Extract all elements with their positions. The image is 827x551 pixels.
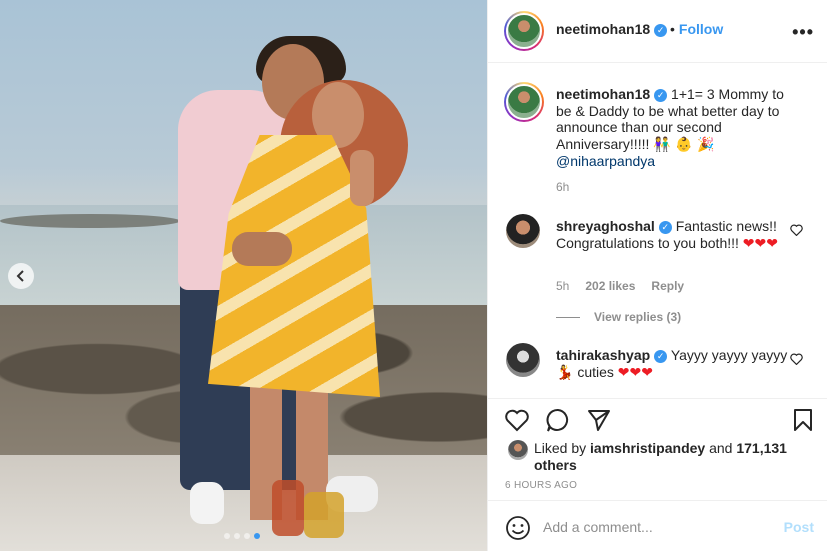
post-comment-button[interactable]: Post bbox=[784, 519, 814, 535]
comment-hearts: ❤❤❤ bbox=[617, 364, 653, 381]
follow-wrap: • Follow bbox=[670, 21, 723, 37]
likes-and: and bbox=[709, 440, 733, 456]
verified-badge-icon: ✓ bbox=[654, 349, 668, 363]
verified-badge-icon: ✓ bbox=[658, 220, 672, 234]
emoji-smiley-icon[interactable] bbox=[505, 515, 531, 541]
photo-sneaker-left bbox=[190, 482, 224, 524]
comment-bubble-icon[interactable] bbox=[545, 407, 571, 433]
liker-username[interactable]: iamshristipandey bbox=[590, 440, 705, 456]
add-comment-bar: Post bbox=[488, 500, 827, 551]
like-comment-heart-icon[interactable] bbox=[790, 224, 803, 239]
action-bar bbox=[488, 398, 827, 438]
comment-text: tahirakashyap ✓ Yayyy yayyy yayyy 💃 cutie… bbox=[556, 347, 796, 381]
caption-meta: 6h bbox=[556, 180, 569, 194]
caption-emojis: 👫 👶 🎉 bbox=[653, 136, 715, 153]
save-bookmark-icon[interactable] bbox=[790, 407, 816, 433]
photo-sandal-left bbox=[272, 480, 304, 536]
comment-meta: 5h 202 likes Reply bbox=[556, 279, 684, 293]
caption-avatar[interactable] bbox=[504, 82, 544, 122]
comment-time[interactable]: 5h bbox=[556, 279, 569, 293]
carousel-dot bbox=[224, 533, 230, 539]
comment-username[interactable]: tahirakashyap bbox=[556, 347, 650, 363]
verified-badge-icon: ✓ bbox=[654, 24, 668, 37]
likes-text: Liked by iamshristipandey and 171,131 ot… bbox=[534, 440, 804, 474]
view-replies-label: View replies (3) bbox=[594, 310, 682, 324]
header-user: neetimohan18 ✓ bbox=[556, 21, 668, 39]
like-comment-heart-icon[interactable] bbox=[790, 353, 803, 368]
view-replies-button[interactable]: View replies (3) bbox=[556, 310, 681, 324]
photo-islet bbox=[0, 214, 180, 228]
carousel-dot bbox=[244, 533, 250, 539]
caption-mention[interactable]: @nihaarpandya bbox=[556, 153, 655, 169]
comment-emoji: 💃 bbox=[556, 364, 574, 381]
carousel-dot bbox=[234, 533, 240, 539]
comment-username[interactable]: shreyaghoshal bbox=[556, 218, 655, 234]
photo-peace-hand bbox=[350, 150, 374, 206]
comment-text: shreyaghoshal ✓ Fantastic news!! Congratu… bbox=[556, 218, 796, 252]
post-header: neetimohan18 ✓ • Follow ••• bbox=[488, 0, 827, 63]
carousel-prev-button[interactable] bbox=[8, 263, 34, 289]
like-heart-icon[interactable] bbox=[504, 407, 530, 433]
share-paper-plane-icon[interactable] bbox=[586, 407, 612, 433]
caption-line-1: 1+1= 3 bbox=[671, 86, 715, 102]
more-options-icon[interactable]: ••• bbox=[792, 22, 814, 43]
liker-avatar[interactable] bbox=[508, 440, 528, 460]
photo-man-arm bbox=[232, 232, 292, 266]
caption-text: neetimohan18 ✓ 1+1= 3 Mommy to be & Daddy… bbox=[556, 86, 796, 170]
comment-input[interactable] bbox=[543, 515, 763, 539]
instagram-post: neetimohan18 ✓ • Follow ••• neetimohan18 ✓ … bbox=[0, 0, 827, 551]
liked-by-label: Liked by bbox=[534, 440, 587, 456]
chevron-left-icon bbox=[16, 270, 24, 282]
commenter-avatar[interactable] bbox=[506, 343, 540, 377]
verified-badge-icon: ✓ bbox=[654, 88, 668, 102]
caption-time[interactable]: 6h bbox=[556, 180, 569, 194]
photo-sandal-right bbox=[304, 492, 344, 538]
profile-avatar[interactable] bbox=[504, 11, 544, 51]
comment-body-2: cuties bbox=[577, 363, 614, 380]
comment-body-1: Yayyy yayyy yayyy bbox=[670, 347, 788, 363]
carousel-dot bbox=[254, 533, 260, 539]
follow-button[interactable]: Follow bbox=[679, 21, 723, 37]
caption-username[interactable]: neetimohan18 bbox=[556, 86, 650, 102]
post-photo[interactable] bbox=[0, 0, 487, 551]
reply-button[interactable]: Reply bbox=[651, 279, 684, 293]
commenter-avatar[interactable] bbox=[506, 214, 540, 248]
post-timestamp[interactable]: 6 HOURS AGO bbox=[505, 480, 577, 491]
comment-hearts: ❤❤❤ bbox=[742, 235, 778, 252]
separator-dot: • bbox=[670, 21, 675, 37]
header-username[interactable]: neetimohan18 bbox=[556, 21, 650, 37]
replies-divider bbox=[556, 316, 580, 318]
post-sidebar: neetimohan18 ✓ • Follow ••• neetimohan18 ✓ … bbox=[487, 0, 827, 551]
carousel-dots bbox=[224, 533, 260, 539]
comment-likes[interactable]: 202 likes bbox=[585, 279, 635, 293]
